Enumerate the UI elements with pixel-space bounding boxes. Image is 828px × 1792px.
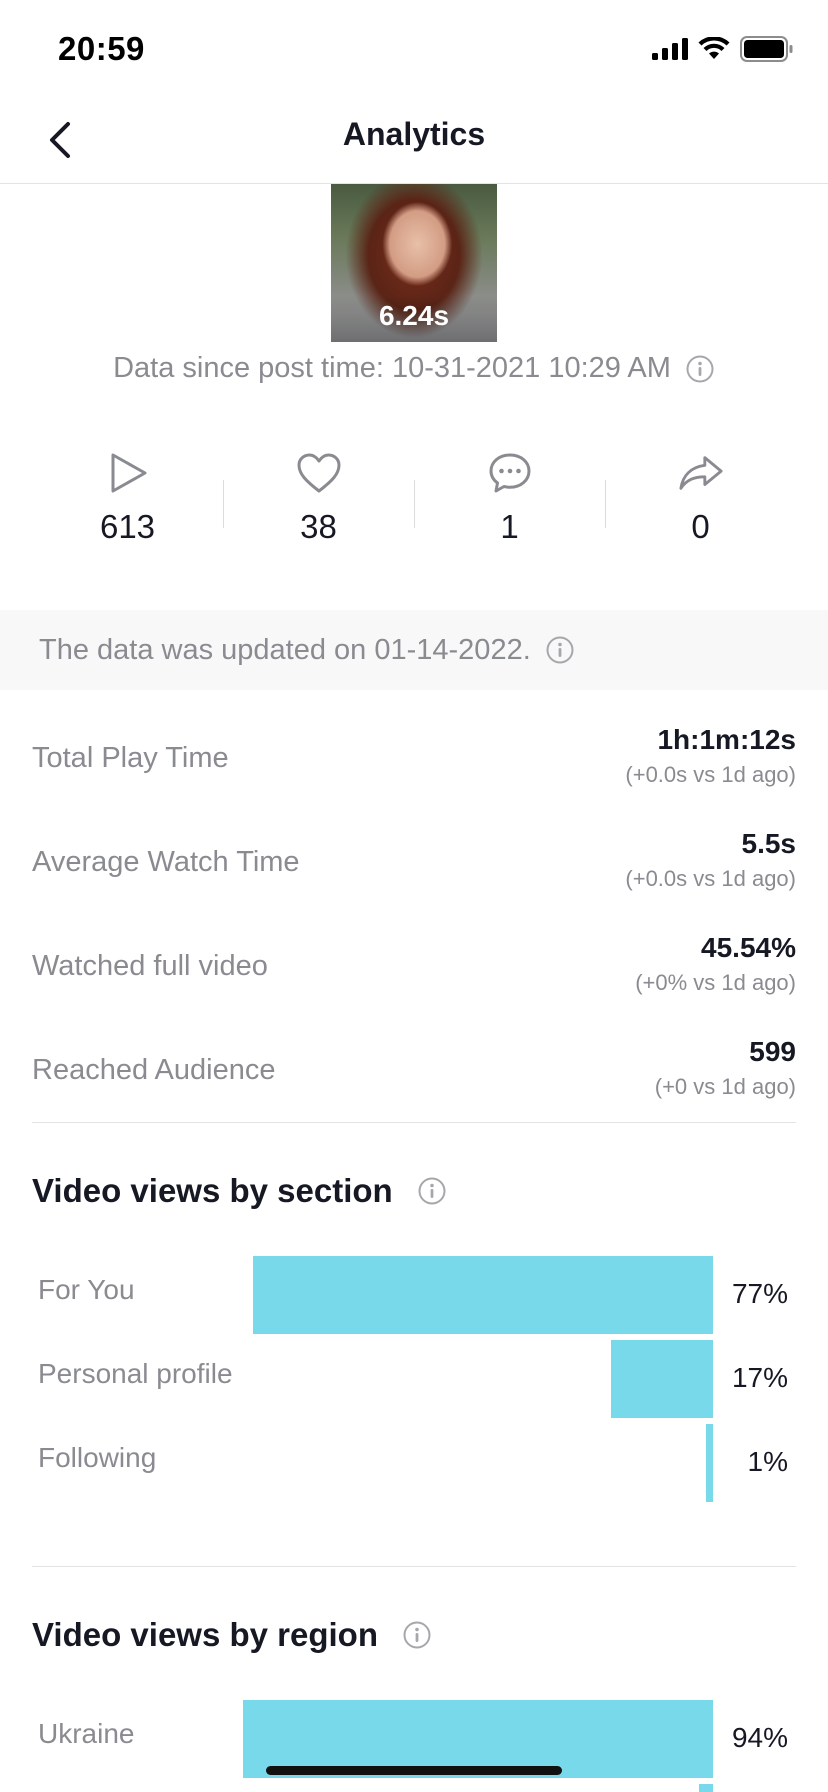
section-title-views-by-region: Video views by region: [32, 1616, 432, 1654]
engagement-stats: 613 38 1 0: [32, 450, 796, 560]
status-time: 20:59: [58, 30, 145, 67]
bar-percent: 77%: [731, 1278, 788, 1309]
bar-label: For You: [38, 1274, 135, 1305]
bar-label: Following: [38, 1442, 157, 1473]
bar-label: Ukraine: [38, 1718, 135, 1749]
heart-icon: [296, 450, 342, 496]
metric-delta: (+0 vs 1d ago): [654, 1074, 796, 1099]
stat-value: 613: [99, 508, 156, 545]
metric-value: 5.5s: [741, 828, 797, 859]
divider: [32, 1566, 796, 1567]
post-time-row: Data since post time: 10-31-2021 10:29 A…: [0, 352, 828, 385]
data-updated-banner: The data was updated on 01-14-2022.: [0, 610, 828, 690]
stat-plays: 613: [32, 450, 223, 560]
metric-row: Total Play Time 1h:1m:12s (+0.0s vs 1d a…: [32, 718, 796, 822]
battery-icon: [740, 36, 794, 67]
metrics-list: Total Play Time 1h:1m:12s (+0.0s vs 1d a…: [32, 718, 796, 1134]
metric-value: 599: [749, 1036, 796, 1067]
bar-percent: 17%: [731, 1362, 788, 1393]
post-time-text: Data since post time: 10-31-2021 10:29 A…: [113, 352, 671, 384]
info-icon[interactable]: [685, 354, 715, 384]
stat-shares: 0: [605, 450, 796, 560]
stat-value: 38: [300, 508, 337, 545]
metric-row: Watched full video 45.54% (+0% vs 1d ago…: [32, 926, 796, 1030]
page-title: Analytics: [342, 116, 486, 152]
stat-likes: 38: [223, 450, 414, 560]
banner-text: The data was updated on 01-14-2022.: [39, 633, 531, 666]
share-icon: [678, 450, 724, 496]
metric-value: 1h:1m:12s: [657, 724, 796, 755]
home-indicator[interactable]: [266, 1766, 562, 1775]
info-icon[interactable]: [417, 1176, 447, 1206]
metric-value: 45.54%: [701, 932, 796, 963]
metric-row: Average Watch Time 5.5s (+0.0s vs 1d ago…: [32, 822, 796, 926]
video-thumbnail[interactable]: 6.24s: [331, 184, 497, 342]
divider: [32, 1122, 796, 1123]
section-bar-row: Personal profile 17%: [32, 1340, 796, 1418]
stat-value: 1: [500, 508, 519, 545]
video-duration: 6.24s: [378, 300, 450, 331]
section-bar-row: For You 77%: [32, 1256, 796, 1334]
metric-label: Watched full video: [32, 950, 268, 982]
bar-percent: 1%: [747, 1446, 788, 1477]
metric-label: Average Watch Time: [32, 846, 300, 878]
metric-delta: (+0.0s vs 1d ago): [625, 762, 796, 787]
info-icon[interactable]: [402, 1620, 432, 1650]
wifi-icon: [698, 36, 730, 66]
metric-delta: (+0% vs 1d ago): [635, 970, 796, 995]
bar: [706, 1424, 713, 1502]
section-bar-row: Following 1%: [32, 1424, 796, 1502]
nav-bar: Analytics: [0, 100, 828, 184]
metric-label: Reached Audience: [32, 1054, 276, 1086]
comment-icon: [487, 450, 533, 496]
bar-partial: [699, 1784, 713, 1792]
stat-comments: 1: [414, 450, 605, 560]
metric-delta: (+0.0s vs 1d ago): [625, 866, 796, 891]
signal-icon: [652, 38, 688, 65]
status-icons: [652, 36, 794, 67]
play-icon: [105, 450, 151, 496]
bar: [611, 1340, 713, 1418]
status-bar: 20:59: [0, 0, 828, 100]
info-icon[interactable]: [545, 635, 575, 665]
stat-value: 0: [691, 508, 710, 545]
metric-label: Total Play Time: [32, 742, 229, 774]
metric-row: Reached Audience 599 (+0 vs 1d ago): [32, 1030, 796, 1134]
section-title-views-by-section: Video views by section: [32, 1172, 447, 1210]
bar-percent: 94%: [731, 1722, 788, 1753]
bar: [253, 1256, 713, 1334]
bar-label: Personal profile: [38, 1358, 233, 1389]
